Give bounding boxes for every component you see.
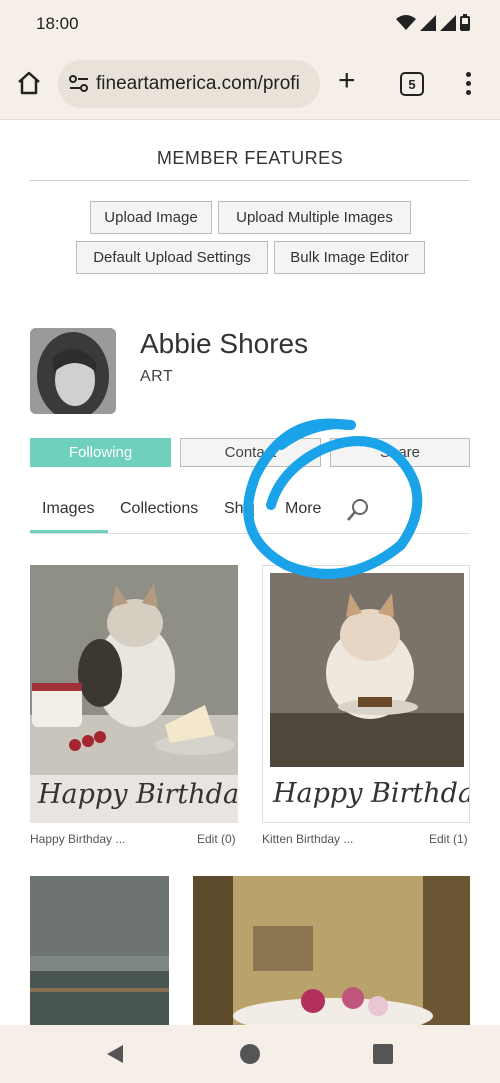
bulk-image-editor-button[interactable]: Bulk Image Editor — [274, 241, 425, 274]
battery-icon — [460, 14, 470, 31]
tab-images[interactable]: Images — [42, 500, 94, 518]
profile-subtitle: ART — [140, 368, 174, 385]
gallery-title-1[interactable]: Happy Birthday ... — [30, 832, 125, 846]
back-icon[interactable] — [105, 1043, 125, 1065]
home-icon[interactable] — [16, 70, 42, 96]
avatar[interactable] — [30, 328, 116, 414]
active-tab-indicator — [30, 530, 108, 533]
gallery-edit-1[interactable]: Edit (0) — [197, 832, 236, 846]
gallery-title-2[interactable]: Kitten Birthday ... — [262, 832, 353, 846]
recents-icon[interactable] — [373, 1044, 393, 1064]
following-button[interactable]: Following — [30, 438, 171, 467]
site-settings-icon[interactable] — [68, 74, 90, 94]
gallery-edit-2[interactable]: Edit (1) — [429, 832, 468, 846]
url-text: fineartamerica.com/profi — [96, 73, 300, 94]
tab-switcher-button[interactable]: 5 — [400, 72, 424, 96]
home-nav-icon[interactable] — [239, 1043, 261, 1065]
profile-name: Abbie Shores — [140, 328, 309, 359]
browser-toolbar: fineartamerica.com/profi + 5 — [0, 48, 500, 120]
status-bar: 18:00 — [0, 0, 500, 48]
upload-image-button[interactable]: Upload Image — [90, 201, 212, 234]
new-tab-icon[interactable]: + — [338, 66, 356, 96]
url-field[interactable]: fineartamerica.com/profi — [58, 60, 320, 108]
status-time: 18:00 — [36, 14, 79, 33]
tab-collections[interactable]: Collections — [120, 500, 198, 518]
status-icons — [396, 14, 470, 31]
wifi-icon — [396, 14, 416, 30]
image-overlay-text-2: Happy Birthday — [273, 778, 470, 809]
divider — [30, 180, 470, 181]
gallery-image-4[interactable] — [193, 876, 470, 1025]
signal-icon-2 — [440, 14, 456, 31]
gallery-image-1[interactable]: Happy Birthday — [30, 565, 238, 823]
image-overlay-text: Happy Birthday — [38, 779, 238, 810]
default-upload-settings-button[interactable]: Default Upload Settings — [76, 241, 268, 274]
member-features-title: MEMBER FEATURES — [156, 148, 344, 168]
system-nav-bar — [0, 1025, 500, 1083]
gallery-image-3[interactable] — [30, 876, 169, 1025]
signal-icon — [420, 14, 436, 31]
overflow-menu-icon[interactable] — [466, 72, 472, 99]
upload-multiple-images-button[interactable]: Upload Multiple Images — [218, 201, 411, 234]
annotation-circle-icon — [243, 418, 423, 579]
gallery-image-2[interactable]: Happy Birthday — [262, 565, 470, 823]
